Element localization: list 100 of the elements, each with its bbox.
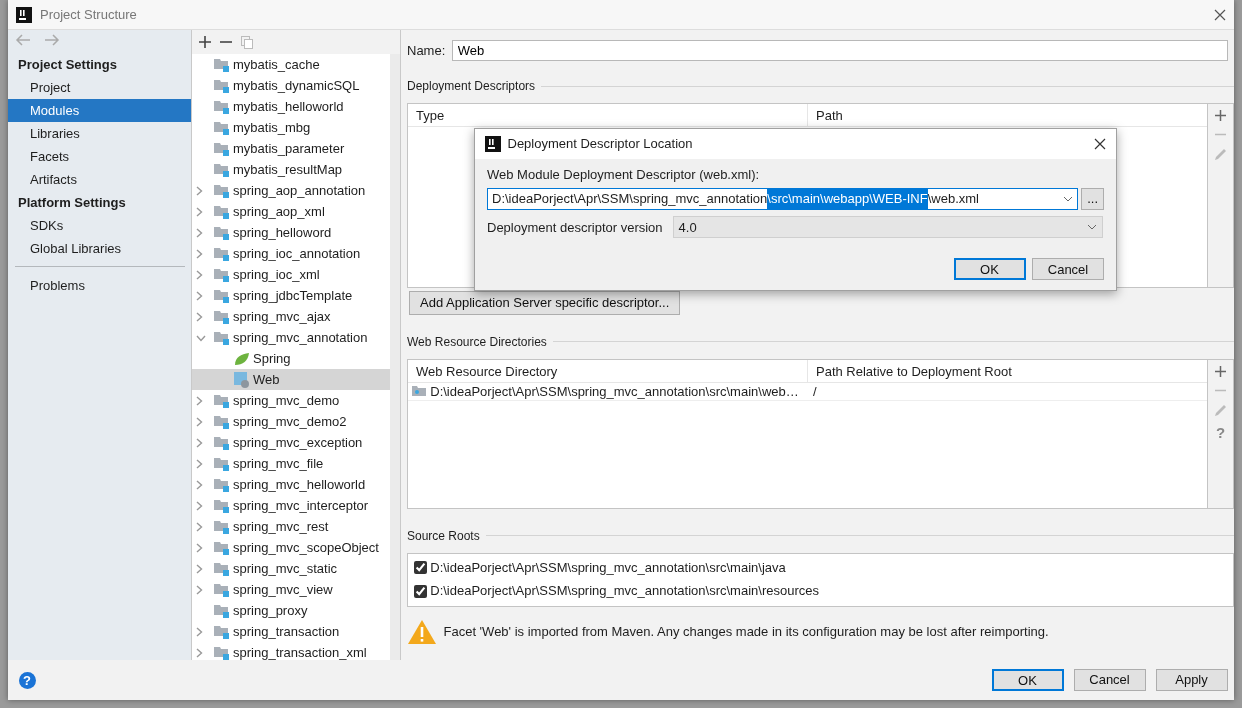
- tree-item[interactable]: spring_mvc_demo2: [192, 411, 390, 432]
- section-heading: Project Settings: [17, 55, 118, 74]
- module-folder-icon: [214, 435, 230, 450]
- module-folder-icon: [214, 141, 230, 156]
- sidebar-item[interactable]: SDKs: [8, 213, 191, 237]
- tree-item[interactable]: Web: [192, 369, 390, 390]
- tree-item[interactable]: spring_mvc_exception: [192, 432, 390, 453]
- version-dropdown[interactable]: 4.0: [672, 216, 1103, 239]
- close-icon[interactable]: [1214, 8, 1226, 21]
- dialog-title: Deployment Descriptor Location: [507, 135, 693, 154]
- browse-button[interactable]: ...: [1081, 187, 1104, 210]
- module-folder-icon: [214, 162, 230, 177]
- module-folder-icon: [214, 498, 230, 513]
- dialog-button[interactable]: Cancel: [1073, 669, 1146, 691]
- tree-item[interactable]: spring_aop_annotation: [192, 180, 390, 201]
- tree-item[interactable]: mybatis_cache: [192, 54, 390, 75]
- module-folder-icon: [214, 183, 230, 198]
- close-icon[interactable]: [1094, 138, 1106, 150]
- field-label: Web Module Deployment Descriptor (web.xml):: [487, 166, 761, 184]
- module-folder-icon: [214, 582, 230, 597]
- edit-icon[interactable]: [1214, 403, 1227, 417]
- module-folder-icon: [214, 561, 230, 576]
- tree-item[interactable]: spring_mvc_rest: [192, 516, 390, 537]
- tree-item[interactable]: spring_transaction: [192, 621, 390, 642]
- module-folder-icon: [214, 288, 230, 303]
- module-folder-icon: [214, 540, 230, 555]
- tree-item[interactable]: spring_mvc_ajax: [192, 306, 390, 327]
- warning-message: Facet 'Web' is imported from Maven. Any changes made in its configuration may be lost after reimporting.: [443, 623, 1049, 641]
- field-label: Deployment descriptor version: [487, 218, 663, 237]
- sidebar-item[interactable]: Problems: [8, 273, 191, 297]
- module-folder-icon: [214, 519, 230, 534]
- module-folder-icon: [214, 246, 230, 261]
- tree-item[interactable]: spring_mvc_interceptor: [192, 495, 390, 516]
- module-folder-icon: [214, 225, 230, 240]
- tree-item[interactable]: spring_aop_xml: [192, 201, 390, 222]
- folder-icon: [412, 385, 427, 398]
- section-title: Source Roots: [407, 527, 480, 545]
- app-icon: [16, 6, 32, 23]
- sidebar-item[interactable]: Artifacts: [8, 167, 191, 191]
- section-title: Web Resource Directories: [407, 333, 547, 351]
- tree-item[interactable]: spring_mvc_scopeObject: [192, 537, 390, 558]
- column-header: Type: [408, 104, 808, 126]
- module-folder-icon: [214, 456, 230, 471]
- tree-item[interactable]: mybatis_helloworld: [192, 96, 390, 117]
- tree-item[interactable]: spring_mvc_demo: [192, 390, 390, 411]
- back-arrow-icon[interactable]: [14, 34, 31, 46]
- module-folder-icon: [214, 393, 230, 408]
- section-title: Deployment Descriptors: [407, 78, 536, 95]
- module-folder-icon: [214, 204, 230, 219]
- tree-item[interactable]: mybatis_parameter: [192, 138, 390, 159]
- sidebar-item[interactable]: Facets: [8, 144, 191, 168]
- sidebar-item[interactable]: Global Libraries: [8, 236, 191, 260]
- tree-item[interactable]: spring_proxy: [192, 600, 390, 621]
- dialog-button[interactable]: Cancel: [1032, 258, 1104, 281]
- warning-icon: [407, 618, 437, 645]
- source-root-path: D:\ideaPorject\Apr\SSM\spring_mvc_annotation\src\main\java: [430, 558, 786, 577]
- module-folder-icon: [214, 414, 230, 429]
- dialog-button[interactable]: OK: [991, 669, 1064, 691]
- tree-item[interactable]: spring_mvc_static: [192, 558, 390, 579]
- window-title: Project Structure: [40, 5, 137, 24]
- tree-item[interactable]: spring_mvc_view: [192, 579, 390, 600]
- sidebar-item[interactable]: Libraries: [8, 121, 191, 145]
- tree-item[interactable]: spring_ioc_annotation: [192, 243, 390, 264]
- column-header: Web Resource Directory: [408, 359, 808, 382]
- checkbox[interactable]: [414, 561, 427, 574]
- table-cell-text: /: [812, 382, 817, 401]
- tree-item[interactable]: Spring: [192, 348, 390, 369]
- tree-item[interactable]: mybatis_resultMap: [192, 159, 390, 180]
- column-header: Path: [815, 107, 843, 125]
- source-root-path: D:\ideaPorject\Apr\SSM\spring_mvc_annotation\src\main\resources: [430, 582, 819, 601]
- tree-item[interactable]: mybatis_mbg: [192, 117, 390, 138]
- tree-item[interactable]: mybatis_dynamicSQL: [192, 75, 390, 96]
- dialog-button[interactable]: OK: [953, 258, 1026, 281]
- edit-icon[interactable]: [1214, 148, 1227, 161]
- tree-item[interactable]: spring_jdbcTemplate: [192, 285, 390, 306]
- tree-item[interactable]: spring_mvc_annotation: [192, 327, 390, 348]
- module-folder-icon: [214, 330, 230, 345]
- add-descriptor-button[interactable]: Add Application Server specific descriptor...: [409, 291, 681, 315]
- sidebar-item[interactable]: Modules: [8, 98, 191, 122]
- forward-arrow-icon[interactable]: [43, 34, 60, 46]
- add-icon[interactable]: [1215, 365, 1226, 377]
- add-icon[interactable]: [1215, 110, 1226, 121]
- sidebar-item[interactable]: Project: [8, 75, 191, 99]
- module-folder-icon: [214, 477, 230, 492]
- app-icon: [485, 136, 501, 152]
- column-header: Path Relative to Deployment Root: [815, 362, 1012, 381]
- tree-item[interactable]: spring_ioc_xml: [192, 264, 390, 285]
- dialog-button[interactable]: Apply: [1155, 669, 1228, 691]
- copy-icon[interactable]: [241, 35, 253, 49]
- module-folder-icon: [214, 57, 230, 72]
- help-button[interactable]: ?: [18, 671, 36, 689]
- tree-item[interactable]: spring_transaction_xml: [192, 642, 390, 660]
- checkbox[interactable]: [414, 584, 427, 598]
- name-field[interactable]: Web: [451, 40, 1228, 61]
- tree-item[interactable]: spring_mvc_file: [192, 453, 390, 474]
- module-folder-icon: [214, 78, 230, 93]
- module-folder-icon: [214, 120, 230, 135]
- tree-item[interactable]: spring_helloword: [192, 222, 390, 243]
- tree-item[interactable]: spring_mvc_helloworld: [192, 474, 390, 495]
- add-icon[interactable]: [199, 36, 211, 48]
